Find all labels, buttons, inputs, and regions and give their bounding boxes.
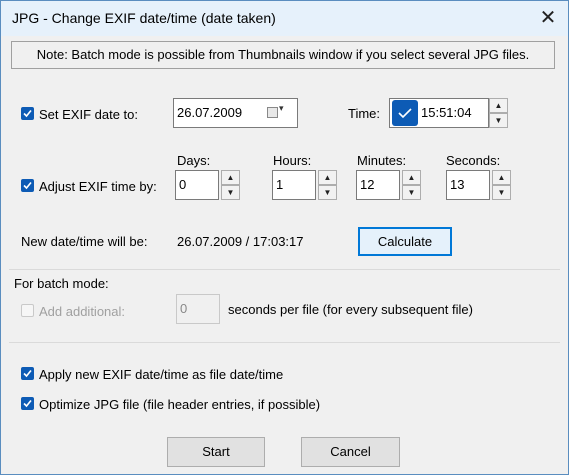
calculate-button[interactable]: Calculate [358,227,452,256]
spin-up-icon[interactable]: ▲ [489,98,508,113]
new-datetime-value: 26.07.2009 / 17:03:17 [177,234,304,249]
optimize-jpg-checkbox[interactable] [21,397,34,410]
spin-down-icon[interactable]: ▼ [318,185,337,200]
time-spinner[interactable]: ▲ ▼ [489,98,508,128]
time-enabled-check-icon[interactable] [392,100,418,126]
add-additional-label: Add additional: [39,304,126,319]
additional-seconds-input[interactable]: 0 [176,294,220,324]
additional-seconds-value: 0 [180,301,188,316]
seconds-per-file-label: seconds per file (for every subsequent f… [228,302,473,317]
spin-up-icon[interactable]: ▲ [221,170,240,185]
hours-value: 1 [276,177,284,192]
add-additional-checkbox[interactable] [21,304,34,317]
spin-up-icon[interactable]: ▲ [318,170,337,185]
time-field[interactable]: 15:51:04 [389,98,489,128]
seconds-input[interactable]: 13 [446,170,490,200]
minutes-label: Minutes: [357,153,407,168]
close-icon[interactable]: ✕ [534,5,562,31]
batch-note: Note: Batch mode is possible from Thumbn… [11,41,555,69]
spin-up-icon[interactable]: ▲ [402,170,421,185]
adjust-time-checkbox[interactable] [21,179,34,192]
minutes-value: 12 [360,177,375,192]
apply-file-date-label[interactable]: Apply new EXIF date/time as file date/ti… [39,367,283,382]
set-date-checkbox[interactable] [21,107,34,120]
hours-input[interactable]: 1 [272,170,316,200]
spin-down-icon[interactable]: ▼ [489,113,508,128]
exif-dialog: JPG - Change EXIF date/time (date taken)… [0,0,569,475]
date-picker[interactable]: 26.07.2009 ▾ [173,98,298,128]
minutes-spinner[interactable]: ▲ ▼ [402,170,421,200]
days-spinner[interactable]: ▲ ▼ [221,170,240,200]
minutes-input[interactable]: 12 [356,170,400,200]
optimize-jpg-label[interactable]: Optimize JPG file (file header entries, … [39,397,320,412]
date-value: 26.07.2009 [177,105,243,120]
window-title: JPG - Change EXIF date/time (date taken) [12,10,276,26]
apply-file-date-checkbox[interactable] [21,367,34,380]
cancel-button[interactable]: Cancel [301,437,400,467]
start-button[interactable]: Start [167,437,265,467]
batch-heading: For batch mode: [14,276,109,291]
batch-separator [9,269,560,270]
hours-label: Hours: [273,153,312,168]
spin-down-icon[interactable]: ▼ [492,185,511,200]
chevron-down-icon[interactable]: ▾ [279,103,284,114]
calendar-icon[interactable] [267,107,278,118]
spin-up-icon[interactable]: ▲ [492,170,511,185]
seconds-label: Seconds: [446,153,501,168]
days-input[interactable]: 0 [175,170,219,200]
time-value: 15:51:04 [421,105,472,120]
new-datetime-label: New date/time will be: [21,234,148,249]
time-label: Time: [348,106,381,121]
spin-down-icon[interactable]: ▼ [402,185,421,200]
hours-spinner[interactable]: ▲ ▼ [318,170,337,200]
title-bar: JPG - Change EXIF date/time (date taken)… [1,1,568,36]
spin-down-icon[interactable]: ▼ [221,185,240,200]
seconds-spinner[interactable]: ▲ ▼ [492,170,511,200]
set-date-label[interactable]: Set EXIF date to: [39,107,138,122]
options-separator [9,342,560,343]
adjust-time-label[interactable]: Adjust EXIF time by: [39,179,157,194]
seconds-value: 13 [450,177,465,192]
days-label: Days: [177,153,211,168]
days-value: 0 [179,177,187,192]
